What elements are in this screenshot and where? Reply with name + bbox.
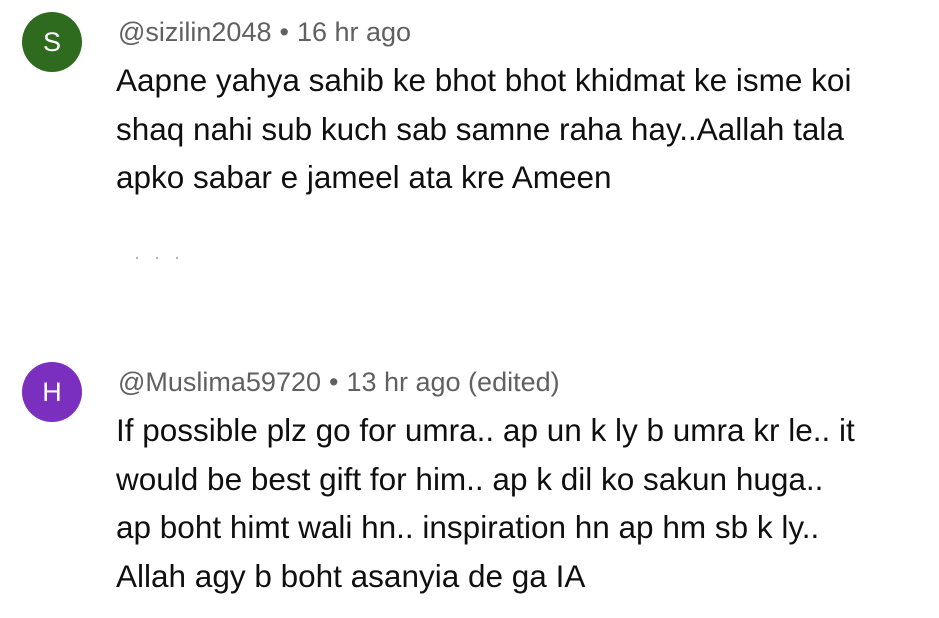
comment-timestamp[interactable]: 16 hr ago [297,17,411,47]
comments-page: S @sizilin2048 • 16 hr ago Aapne yahya sah… [0,0,939,618]
comment-timestamp[interactable]: 13 hr ago (edited) [346,367,559,397]
avatar[interactable]: S [22,12,82,72]
separator-dot: • [329,367,339,397]
author-handle[interactable]: @Muslima59720 [118,367,321,397]
comment-header: @Muslima59720 • 13 hr ago (edited) [118,364,560,400]
loading-dots [134,255,194,261]
comment-text: If possible plz go for umra.. ap un k ly… [116,412,855,594]
comment-text: Aapne yahya sahib ke bhot bhot khidmat k… [116,62,852,195]
comment-header: @sizilin2048 • 16 hr ago [118,14,411,50]
avatar[interactable]: H [22,362,82,422]
author-handle[interactable]: @sizilin2048 [118,17,271,47]
separator-dot: • [279,17,289,47]
